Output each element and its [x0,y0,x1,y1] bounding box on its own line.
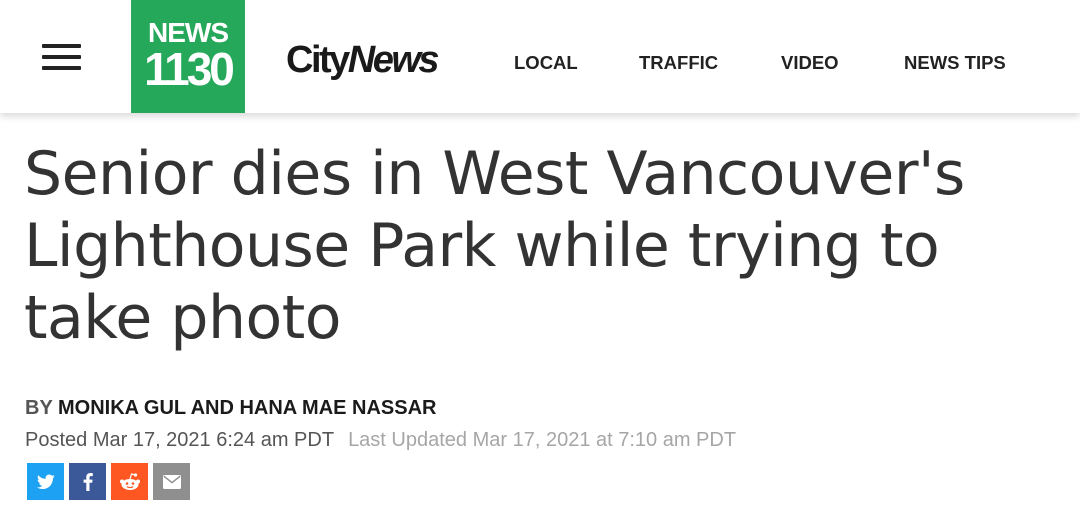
byline-authors[interactable]: MONIKA GUL AND HANA MAE NASSAR [58,397,437,419]
last-updated-date: Last Updated Mar 17, 2021 at 7:10 am PDT [348,429,737,451]
share-email-button[interactable] [153,463,190,500]
city-logo-city: City [286,39,350,81]
share-facebook-button[interactable] [69,463,106,500]
news-logo-line2: 1130 [144,43,235,95]
article-headline: Senior dies in West Vancouver's Lighthou… [24,139,965,353]
city-logo-news: News [347,39,440,81]
nav-video[interactable]: VIDEO [781,52,839,74]
share-twitter-button[interactable] [27,463,64,500]
posted-date: Posted Mar 17, 2021 6:24 am PDT [25,429,335,451]
menu-bar-icon [42,66,81,70]
menu-bar-icon [42,44,81,48]
share-reddit-button[interactable] [111,463,148,500]
news1130-logo[interactable]: NEWS 1130 [131,0,245,113]
nav-local[interactable]: LOCAL [514,52,578,74]
nav-news-tips[interactable]: NEWS TIPS [904,52,1006,74]
article-byline: BY MONIKA GUL AND HANA MAE NASSAR [25,397,437,419]
citynews-logo[interactable]: CityNews [286,38,440,82]
byline-prefix: BY [25,397,53,419]
article-dates: Posted Mar 17, 2021 6:24 am PDT Last Upda… [25,428,736,452]
menu-bar-icon [42,55,81,59]
email-icon [162,474,181,489]
twitter-icon [36,474,55,489]
hamburger-menu-button[interactable] [42,44,81,72]
nav-traffic[interactable]: TRAFFIC [639,52,718,74]
facebook-icon [83,472,93,491]
reddit-icon [119,472,140,490]
site-header: NEWS 1130 CityNews LOCAL TRAFFIC VIDEO N… [0,0,1080,113]
